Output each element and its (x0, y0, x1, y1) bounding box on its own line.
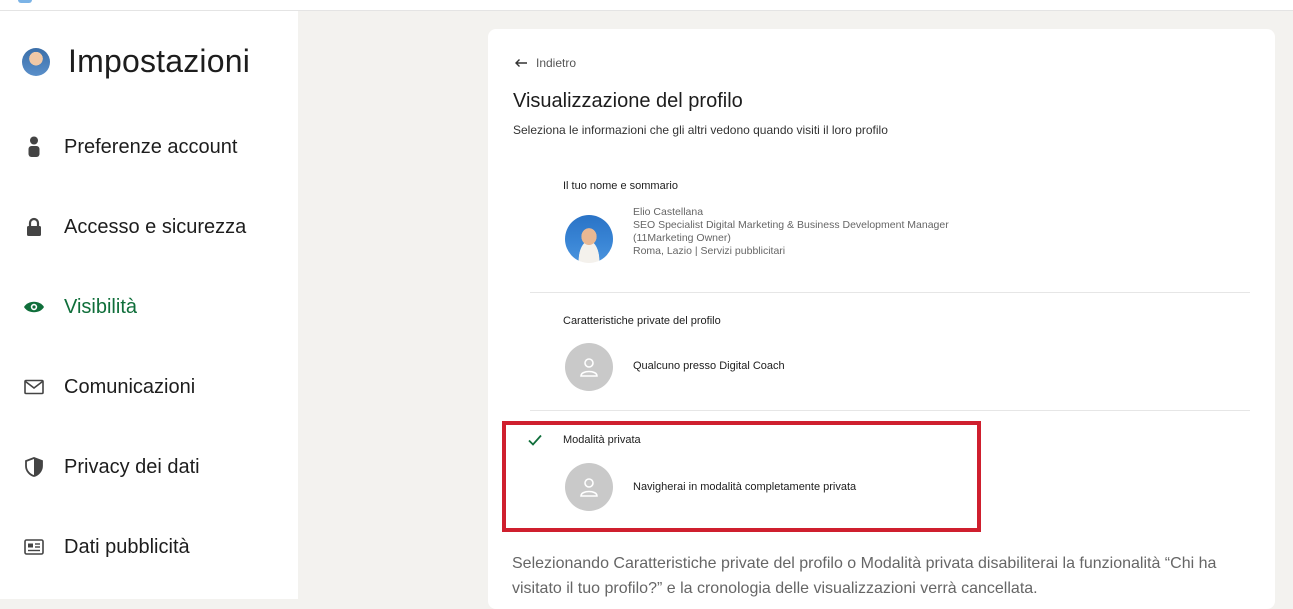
settings-sidebar: Impostazioni Preferenze account Accesso … (0, 11, 298, 599)
sidebar-item-label: Privacy dei dati (64, 455, 200, 478)
profile-headline-cont: (11Marketing Owner) (633, 232, 731, 244)
sidebar-item-label: Visibilità (64, 295, 137, 318)
anonymous-avatar (565, 343, 613, 391)
option-private-characteristics[interactable]: Caratteristiche private del profilo Qual… (528, 307, 1250, 407)
profile-photo (565, 215, 613, 263)
divider (530, 292, 1250, 293)
section-title: Visualizzazione del profilo (513, 90, 743, 112)
sidebar-item-label: Dati pubblicità (64, 535, 190, 558)
shield-icon (22, 455, 46, 479)
sidebar-item-privacy-dati[interactable]: Privacy dei dati (22, 455, 200, 479)
sidebar-item-label: Comunicazioni (64, 375, 196, 398)
option-name-summary[interactable]: Il tuo nome e sommario Elio Castellana S… (528, 172, 1250, 287)
person-icon (22, 135, 46, 159)
privacy-note: Selezionando Caratteristiche private del… (512, 555, 1217, 597)
option-heading: Caratteristiche private del profilo (563, 315, 721, 327)
avatar[interactable] (22, 47, 50, 76)
sidebar-item-comunicazioni[interactable]: Comunicazioni (22, 375, 195, 399)
divider (530, 410, 1250, 411)
page-title: Impostazioni (68, 43, 251, 79)
mail-icon (22, 375, 46, 399)
back-link[interactable]: Indietro (514, 56, 576, 70)
option-text: Qualcuno presso Digital Coach (633, 360, 785, 372)
sidebar-item-preferenze-account[interactable]: Preferenze account (22, 135, 237, 159)
profile-name: Elio Castellana (633, 206, 704, 218)
sidebar-item-label: Preferenze account (64, 135, 238, 158)
lock-icon (22, 215, 46, 239)
person-outline-icon (580, 358, 598, 377)
sidebar-item-dati-pubblicita[interactable]: Dati pubblicità (22, 535, 190, 559)
back-label: Indietro (536, 56, 577, 70)
profile-headline: SEO Specialist Digital Marketing & Busin… (633, 219, 949, 231)
newspaper-icon (22, 535, 46, 559)
top-bar (0, 0, 1293, 11)
sidebar-header: Impostazioni (22, 43, 250, 80)
sidebar-item-label: Accesso e sicurezza (64, 215, 247, 238)
sidebar-item-accesso-sicurezza[interactable]: Accesso e sicurezza (22, 215, 246, 239)
highlight-box (502, 421, 981, 532)
arrow-left-icon (515, 59, 527, 67)
profile-location: Roma, Lazio | Servizi pubblicitari (633, 245, 786, 257)
option-heading: Il tuo nome e sommario (563, 180, 678, 192)
eye-icon (22, 295, 46, 319)
profile-summary: Elio Castellana SEO Specialist Digital M… (633, 206, 949, 258)
logo-icon[interactable] (18, 0, 32, 3)
sidebar-item-visibilita[interactable]: Visibilità (22, 295, 137, 319)
section-subtitle: Seleziona le informazioni che gli altri … (513, 123, 888, 137)
